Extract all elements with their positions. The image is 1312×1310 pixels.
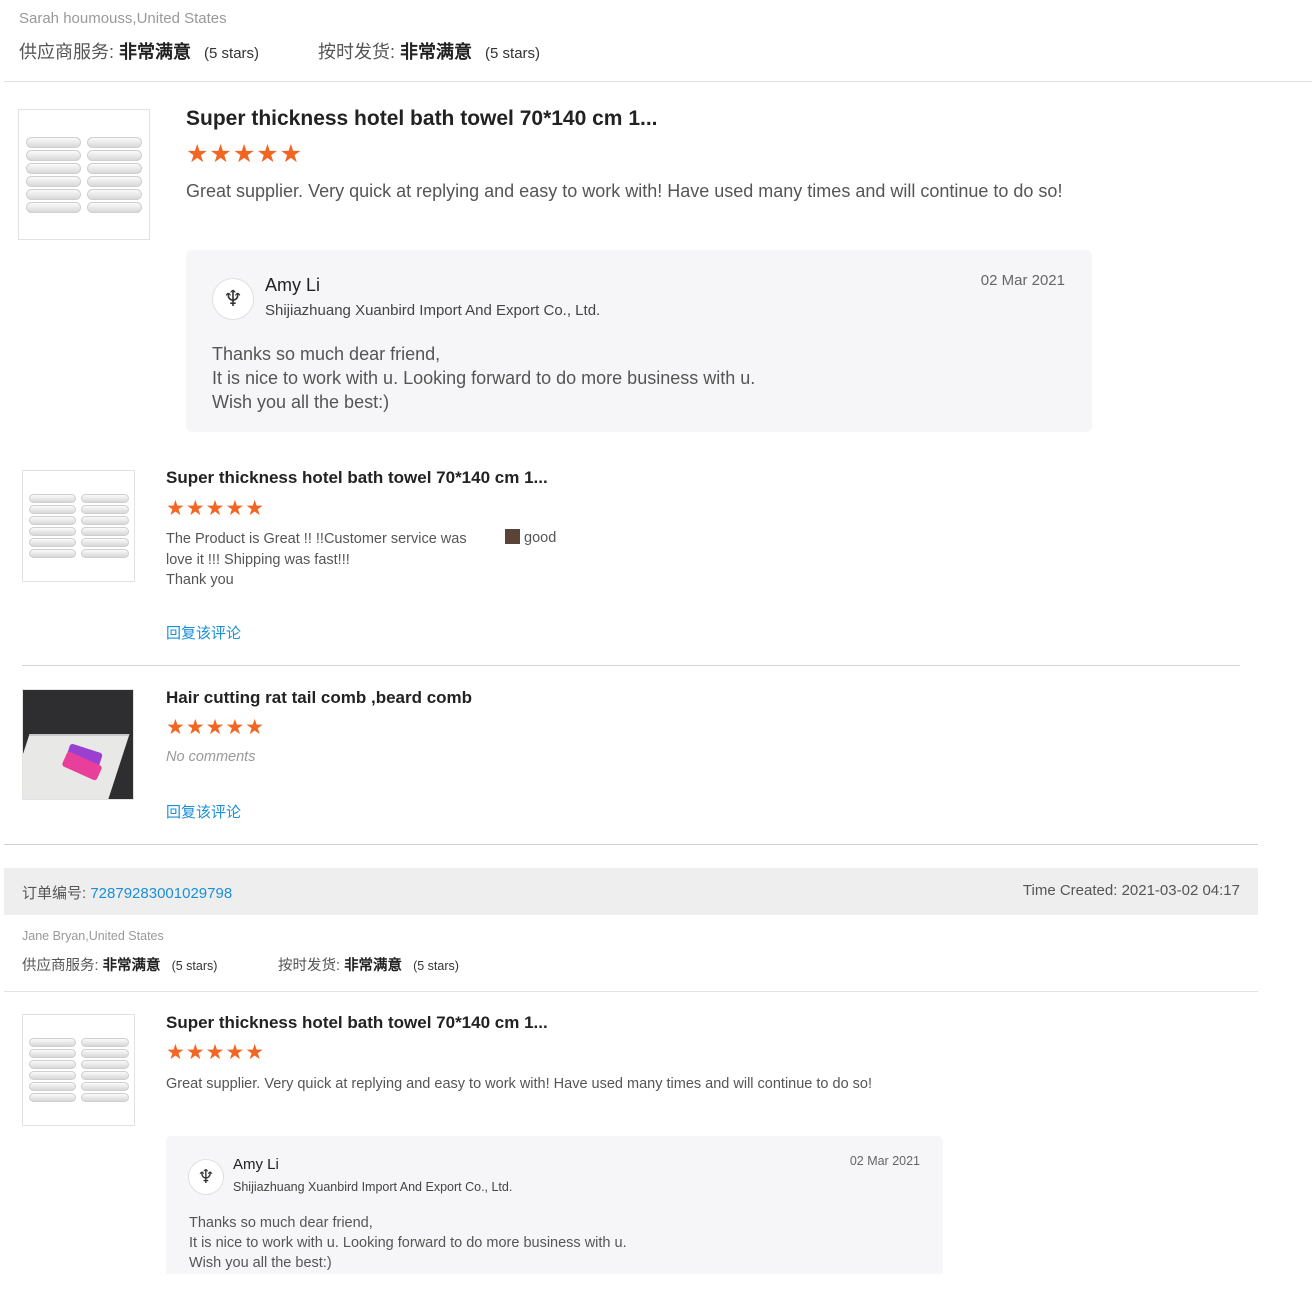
reply-date: 02 Mar 2021	[849, 1154, 920, 1168]
reply-line: Wish you all the best:)	[212, 392, 390, 412]
reply-line: Wish you all the best:)	[189, 1255, 332, 1271]
order-info-bar: 订单编号: 72879283001029798 Time Created: 20…	[4, 868, 1258, 915]
product-title[interactable]: Super thickness hotel bath towel 70*140 …	[186, 107, 658, 131]
shipping-summary: 按时发货: 非常满意 (5 stars)	[278, 954, 459, 975]
product-title[interactable]: Super thickness hotel bath towel 70*140 …	[166, 468, 548, 488]
shipping-stars: (5 stars)	[485, 45, 541, 62]
service-stars: (5 stars)	[204, 45, 260, 62]
product-attribute: good	[505, 529, 556, 546]
service-label: 供应商服务:	[19, 42, 115, 62]
divider	[4, 844, 1258, 845]
shipping-value: 非常满意	[344, 958, 403, 974]
service-label: 供应商服务:	[22, 958, 99, 974]
service-value: 非常满意	[102, 958, 161, 974]
product-thumbnail-towel[interactable]	[18, 109, 150, 240]
review-comment: Great supplier. Very quick at replying a…	[186, 181, 1063, 201]
order-number-label: 订单编号:	[22, 885, 87, 902]
reply-line: Thanks so much dear friend,	[212, 344, 441, 364]
product-title[interactable]: Super thickness hotel bath towel 70*140 …	[166, 1013, 548, 1033]
reply-line: It is nice to work with u. Looking forwa…	[212, 368, 756, 388]
product-thumbnail-comb[interactable]	[22, 689, 134, 800]
time-created: Time Created: 2021-03-02 04:17	[1023, 882, 1240, 899]
review-comment: The Product is Great !! !!Customer servi…	[166, 529, 467, 591]
time-created-label: Time Created:	[1022, 882, 1118, 899]
star-rating: ★★★★★	[166, 497, 266, 520]
buyer-name: Sarah houmouss,United States	[19, 10, 227, 27]
attribute-label: good	[524, 530, 557, 546]
reply-line: Thanks so much dear friend,	[189, 1215, 373, 1231]
comment-line: The Product is Great !! !!Customer servi…	[166, 531, 467, 547]
rating-summary: 供应商服务: 非常满意 (5 stars)	[19, 38, 259, 64]
product-title[interactable]: Hair cutting rat tail comb ,beard comb	[166, 688, 472, 708]
shipping-summary: 按时发货: 非常满意 (5 stars)	[318, 38, 540, 64]
service-stars: (5 stars)	[171, 959, 218, 973]
star-rating: ★★★★★	[166, 1041, 266, 1064]
review-comment: Great supplier. Very quick at replying a…	[166, 1076, 873, 1092]
reply-date: 02 Mar 2021	[980, 272, 1065, 289]
no-comments-text: No comments	[166, 749, 256, 765]
star-rating: ★★★★★	[166, 716, 266, 739]
shipping-label: 按时发货:	[278, 958, 341, 974]
comment-line: love it !!! Shipping was fast!!!	[166, 551, 350, 568]
service-value: 非常满意	[119, 42, 192, 62]
bird-logo-icon: ♆	[212, 278, 254, 320]
reply-line: It is nice to work with u. Looking forwa…	[189, 1235, 627, 1251]
reply-to-review-link[interactable]: 回复该评论	[166, 801, 241, 822]
product-thumbnail-towel[interactable]	[22, 470, 135, 582]
reply-to-review-link[interactable]: 回复该评论	[166, 622, 241, 643]
supplier-reply: ♆ Amy Li Shijiazhuang Xuanbird Import An…	[166, 1136, 943, 1274]
reply-text: Thanks so much dear friend, It is nice t…	[189, 1213, 627, 1273]
reply-author-name: Amy Li	[233, 1156, 279, 1173]
divider	[4, 81, 1312, 82]
color-swatch	[505, 529, 520, 544]
shipping-value: 非常满意	[400, 42, 473, 62]
supplier-reply: ♆ Amy Li Shijiazhuang Xuanbird Import An…	[186, 250, 1092, 432]
reply-company: Shijiazhuang Xuanbird Import And Export …	[233, 1180, 513, 1194]
reply-text: Thanks so much dear friend, It is nice t…	[212, 342, 755, 414]
order-number: 订单编号: 72879283001029798	[22, 882, 232, 903]
shipping-stars: (5 stars)	[413, 959, 459, 973]
reply-company: Shijiazhuang Xuanbird Import And Export …	[265, 302, 601, 319]
comment-line: Thank you	[166, 572, 234, 588]
shipping-label: 按时发货:	[318, 42, 396, 62]
bird-logo-icon: ♆	[188, 1159, 224, 1195]
buyer-name: Jane Bryan,United States	[22, 929, 164, 943]
product-thumbnail-towel[interactable]	[22, 1014, 135, 1126]
rating-summary: 供应商服务: 非常满意 (5 stars)	[22, 954, 217, 975]
order-number-link[interactable]: 72879283001029798	[90, 885, 232, 902]
star-rating: ★★★★★	[186, 140, 304, 168]
time-created-value: 2021-03-02 04:17	[1121, 882, 1240, 899]
reply-author-name: Amy Li	[265, 275, 321, 295]
divider	[4, 991, 1258, 992]
divider	[22, 665, 1240, 666]
